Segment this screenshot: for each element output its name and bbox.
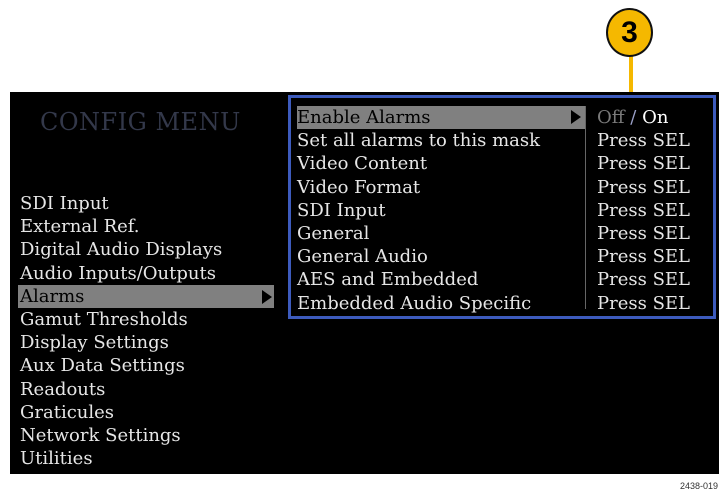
menu-item-alarms-label: Alarms (20, 285, 85, 307)
submenu-row-label: Video Format (297, 176, 421, 198)
submenu-row-label: Video Content (297, 153, 428, 175)
press-sel-value: Press SEL (597, 153, 690, 175)
callout-number-badge: 3 (606, 8, 653, 57)
submenu-row-aes-and-embedded[interactable]: AES and Embedded Press SEL (295, 268, 712, 291)
submenu-row-set-all-alarms[interactable]: Set all alarms to this mask Press SEL (295, 129, 712, 152)
callout-leader-line (629, 56, 633, 96)
menu-item-graticules[interactable]: Graticules (18, 401, 274, 424)
config-menu-screen: CONFIG MENU SDI Input External Ref. Digi… (10, 92, 719, 474)
menu-item-display-settings[interactable]: Display Settings (18, 331, 274, 354)
submenu-row-general[interactable]: General Press SEL (295, 222, 712, 245)
menu-item-digital-audio-displays[interactable]: Digital Audio Displays (18, 238, 274, 261)
submenu-row-label: Enable Alarms (297, 106, 585, 130)
submenu-row-label: General Audio (297, 246, 428, 268)
submenu-row-label: Set all alarms to this mask (297, 130, 541, 152)
config-menu-title: CONFIG MENU (40, 108, 241, 136)
submenu-row-embedded-audio-specific[interactable]: Embedded Audio Specific Press SEL (295, 292, 712, 315)
press-sel-value: Press SEL (597, 130, 690, 152)
press-sel-value: Press SEL (597, 246, 690, 268)
submenu-row-video-format[interactable]: Video Format Press SEL (295, 176, 712, 199)
press-sel-value: Press SEL (597, 292, 690, 314)
menu-item-sdi-input[interactable]: SDI Input (18, 192, 274, 215)
config-menu-list: SDI Input External Ref. Digital Audio Di… (18, 192, 274, 470)
menu-item-audio-inputs-outputs[interactable]: Audio Inputs/Outputs (18, 262, 274, 285)
press-sel-value: Press SEL (597, 199, 690, 221)
menu-item-network-settings[interactable]: Network Settings (18, 424, 274, 447)
submenu-row-label: General (297, 223, 370, 244)
press-sel-value: Press SEL (597, 223, 690, 244)
press-sel-value: Press SEL (597, 176, 690, 198)
submenu-row-label: AES and Embedded (297, 269, 479, 291)
menu-item-external-ref[interactable]: External Ref. (18, 215, 274, 238)
toggle-on-option[interactable]: On (642, 107, 668, 128)
alarms-submenu: Enable Alarms Off / On Set all alarms to… (288, 95, 716, 319)
press-sel-value: Press SEL (597, 269, 690, 291)
submenu-row-enable-alarms[interactable]: Enable Alarms Off / On (295, 106, 712, 130)
toggle-separator: / (630, 107, 637, 128)
submenu-row-label: Embedded Audio Specific (297, 292, 532, 314)
submenu-arrow-icon (571, 110, 581, 124)
submenu-arrow-icon (262, 289, 272, 304)
submenu-row-general-audio[interactable]: General Audio Press SEL (295, 245, 712, 268)
menu-item-alarms[interactable]: Alarms (18, 284, 274, 308)
menu-item-utilities[interactable]: Utilities (18, 447, 274, 470)
toggle-off-option[interactable]: Off (597, 107, 625, 128)
menu-item-gamut-thresholds[interactable]: Gamut Thresholds (18, 308, 274, 331)
menu-item-aux-data-settings[interactable]: Aux Data Settings (18, 354, 274, 377)
menu-item-readouts[interactable]: Readouts (18, 378, 274, 401)
enable-alarms-toggle[interactable]: Off / On (597, 106, 668, 129)
submenu-row-video-content[interactable]: Video Content Press SEL (295, 152, 712, 175)
submenu-row-label: SDI Input (297, 199, 386, 221)
submenu-row-sdi-input[interactable]: SDI Input Press SEL (295, 199, 712, 222)
figure-id-label: 2438-019 (679, 481, 718, 491)
